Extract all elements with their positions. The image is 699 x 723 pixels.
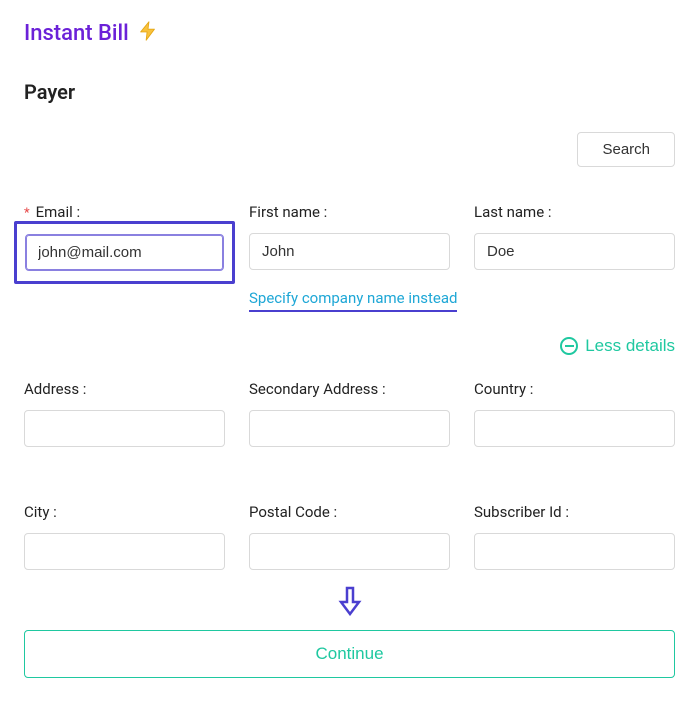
less-details-label: Less details	[585, 336, 675, 356]
city-field: City :	[24, 503, 225, 570]
last-name-field: Last name :	[474, 203, 675, 272]
subscriber-id-field: Subscriber Id :	[474, 503, 675, 570]
arrow-down-icon	[336, 586, 364, 620]
company-link-row: Specify company name instead	[249, 288, 675, 312]
first-name-input[interactable]	[249, 233, 450, 270]
last-name-label: Last name :	[474, 203, 675, 221]
less-details-row: Less details	[24, 336, 675, 356]
arrow-row	[24, 586, 675, 620]
less-details-toggle[interactable]: Less details	[560, 336, 675, 356]
country-label: Country :	[474, 380, 675, 398]
page-title-row: Instant Bill	[24, 20, 675, 46]
address-input[interactable]	[24, 410, 225, 447]
country-field: Country :	[474, 380, 675, 447]
secondary-address-label: Secondary Address :	[249, 380, 450, 398]
first-name-label: First name :	[249, 203, 450, 221]
address-fields-row: Address : Secondary Address : Country :	[24, 380, 675, 447]
email-input[interactable]	[25, 234, 224, 271]
country-input[interactable]	[474, 410, 675, 447]
specify-company-link[interactable]: Specify company name instead	[249, 289, 457, 312]
minus-circle-icon	[560, 337, 578, 355]
section-title: Payer	[24, 80, 675, 104]
primary-fields-row: Email : First name : Last name : Specify…	[24, 203, 675, 312]
page-title: Instant Bill	[24, 21, 129, 46]
secondary-address-field: Secondary Address :	[249, 380, 450, 447]
lightning-bolt-icon	[137, 20, 159, 46]
first-name-field: First name :	[249, 203, 450, 272]
subscriber-id-input[interactable]	[474, 533, 675, 570]
continue-button[interactable]: Continue	[24, 630, 675, 678]
email-field: Email :	[24, 203, 225, 272]
search-button[interactable]: Search	[577, 132, 675, 167]
postal-code-label: Postal Code :	[249, 503, 450, 521]
city-input[interactable]	[24, 533, 225, 570]
address-field: Address :	[24, 380, 225, 447]
subscriber-id-label: Subscriber Id :	[474, 503, 675, 521]
last-name-input[interactable]	[474, 233, 675, 270]
secondary-address-input[interactable]	[249, 410, 450, 447]
search-row: Search	[24, 132, 675, 167]
address-label: Address :	[24, 380, 225, 398]
postal-code-input[interactable]	[249, 533, 450, 570]
city-label: City :	[24, 503, 225, 521]
city-fields-row: City : Postal Code : Subscriber Id :	[24, 503, 675, 570]
email-label: Email :	[24, 203, 225, 221]
postal-code-field: Postal Code :	[249, 503, 450, 570]
